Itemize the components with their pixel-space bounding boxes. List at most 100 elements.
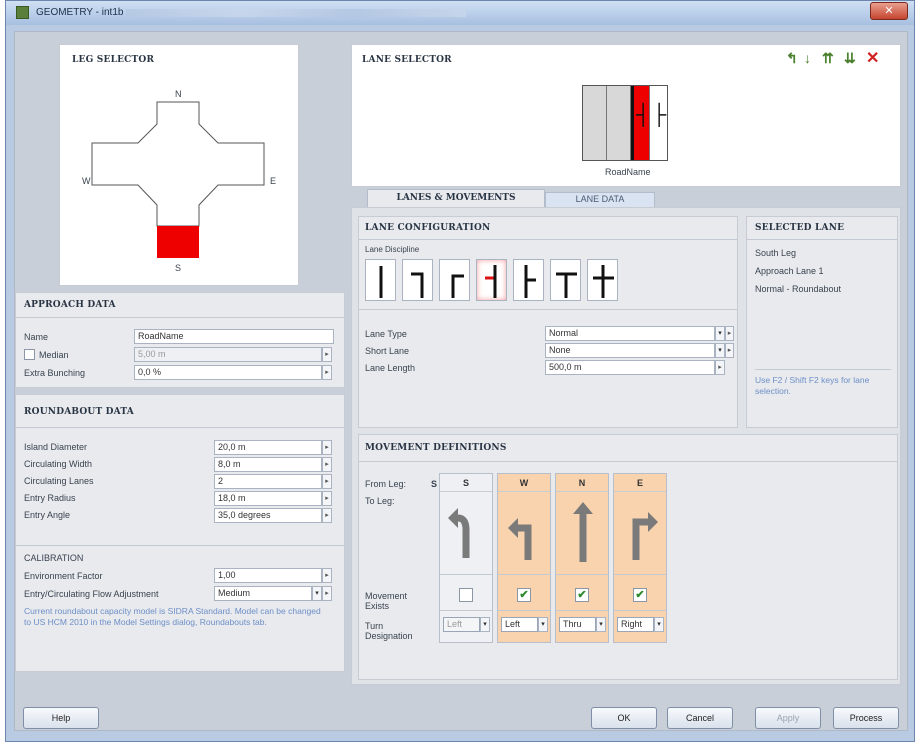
movement-leg-header: N [556,474,608,492]
ok-button[interactable]: OK [591,707,657,729]
lane-median[interactable] [583,86,607,160]
lane-tools: ↰ ↓ ⇈ ⇊ ✕ [786,47,902,71]
selected-lane-type: Normal - Roundabout [755,284,842,294]
discipline-left-icon[interactable] [439,259,470,301]
add-lane-left-icon[interactable]: ↰ [786,50,798,67]
add-lanes-up-icon[interactable]: ⇈ [822,50,834,67]
leg-label-n: N [175,89,182,99]
selected-lane-panel: SELECTED LANE South Leg Approach Lane 1 … [746,216,898,428]
roundabout-row-spinner[interactable]: ▸ [322,457,332,472]
movement-leg-header: W [498,474,550,492]
selected-lane-1[interactable]: ┤ [631,86,650,160]
leg-label-w: W [82,176,91,186]
lane-length-spinner[interactable]: ▸ [715,360,725,375]
turn-designation-select[interactable]: Left [443,617,480,632]
discipline-right-icon[interactable] [402,259,433,301]
roundabout-row-label: Entry Radius [24,493,76,503]
lane-type-dropdown[interactable]: ▾ [715,326,725,341]
name-input[interactable]: RoadName [134,329,334,344]
roundabout-row-input[interactable]: 20,0 m [214,440,322,455]
leg-label-s: S [175,263,182,273]
discipline-thru-icon[interactable] [365,259,396,301]
flow-adjustment-spinner[interactable]: ▸ [322,586,332,601]
close-button[interactable]: ✕ [870,2,908,20]
roundabout-row-input[interactable]: 18,0 m [214,491,322,506]
lane-type-spinner[interactable]: ▸ [725,326,734,341]
environment-factor-input[interactable]: 1,00 [214,568,322,583]
roundabout-row-label: Entry Angle [24,510,71,520]
from-leg-label: From Leg: [365,479,407,489]
movement-exists-label: Movement Exists [365,591,408,611]
turn-designation-select[interactable]: Left [501,617,538,632]
movement-exists-checkbox[interactable]: ✔ [633,588,647,602]
lane-2[interactable]: ├ [649,86,667,160]
short-lane-select[interactable]: None [545,343,715,358]
discipline-thru-left-icon[interactable] [513,259,544,301]
tab-lanes-movements[interactable]: LANES & MOVEMENTS [367,189,545,207]
calibration-title: CALIBRATION [24,553,84,563]
movement-leg-header: E [614,474,666,492]
leg-south[interactable] [157,226,199,258]
extra-bunching-input[interactable]: 0,0 % [134,365,322,380]
movement-column-s: S Left ▾ [439,473,493,643]
turn-designation-select[interactable]: Thru [559,617,596,632]
cancel-button[interactable]: Cancel [667,707,733,729]
discipline-all-icon[interactable] [587,259,618,301]
roundabout-row-input[interactable]: 2 [214,474,322,489]
lane-median-2[interactable] [607,86,631,160]
movement-exists-checkbox[interactable] [459,588,473,602]
environment-factor-spinner[interactable]: ▸ [322,568,332,583]
turn-designation-dropdown[interactable]: ▾ [538,617,548,632]
lane-length-input[interactable]: 500,0 m [545,360,715,375]
roundabout-row-spinner[interactable]: ▸ [322,440,332,455]
approach-data-title: APPROACH DATA [24,300,116,310]
lane-configuration-title: LANE CONFIGURATION [365,223,491,233]
median-checkbox[interactable] [24,349,35,360]
add-lane-right-icon[interactable]: ↓ [804,50,811,66]
lane-length-label: Lane Length [365,363,416,373]
process-button[interactable]: Process [833,707,899,729]
lane-selector-panel: LANE SELECTOR ↰ ↓ ⇈ ⇊ ✕ ┤ ├ RoadName [351,44,901,187]
short-lane-dropdown[interactable]: ▾ [715,343,725,358]
lane-type-select[interactable]: Normal [545,326,715,341]
roundabout-row-input[interactable]: 8,0 m [214,457,322,472]
discipline-thru-right-icon[interactable] [476,259,507,301]
apply-button[interactable]: Apply [755,707,821,729]
delete-lane-icon[interactable]: ✕ [866,48,879,68]
roundabout-row-label: Island Diameter [24,442,88,452]
dialog-client: LEG SELECTOR N S E W APPROACH DATA Name … [14,31,908,731]
flow-adjustment-dropdown[interactable]: ▾ [312,586,322,601]
roundabout-row-spinner[interactable]: ▸ [322,474,332,489]
movement-definitions-panel: MOVEMENT DEFINITIONS From Leg: S To Leg:… [358,434,898,680]
movement-arrow-icon [504,498,546,570]
median-spinner[interactable]: ▸ [322,347,332,362]
movement-leg-header: S [440,474,492,492]
flow-adjustment-select[interactable]: Medium [214,586,312,601]
leg-selector-panel: LEG SELECTOR N S E W [59,44,299,286]
tab-lane-data[interactable]: LANE DATA [545,192,655,207]
movement-column-e: E ✔ Right ▾ [613,473,667,643]
roundabout-row-spinner[interactable]: ▸ [322,491,332,506]
help-button[interactable]: Help [23,707,99,729]
short-lane-label: Short Lane [365,346,410,356]
model-note: Current roundabout capacity model is SID… [24,606,321,627]
turn-designation-select[interactable]: Right [617,617,654,632]
turn-designation-dropdown[interactable]: ▾ [596,617,606,632]
movement-exists-checkbox[interactable]: ✔ [517,588,531,602]
extra-bunching-spinner[interactable]: ▸ [322,365,332,380]
roundabout-row-input[interactable]: 35,0 degrees [214,508,322,523]
roundabout-data-panel: ROUNDABOUT DATA Island Diameter 20,0 m ▸ Ci… [15,394,345,672]
add-lanes-down-icon[interactable]: ⇊ [844,50,856,67]
turn-designation-dropdown[interactable]: ▾ [654,617,664,632]
selected-lane-title: SELECTED LANE [755,223,845,233]
lane-discipline-label: Lane Discipline [365,245,420,254]
movement-arrow-icon [446,498,488,570]
movement-column-w: W ✔ Left ▾ [497,473,551,643]
roundabout-row-spinner[interactable]: ▸ [322,508,332,523]
turn-designation-label: Turn Designation [365,621,413,641]
discipline-left-right-icon[interactable] [550,259,581,301]
median-input[interactable]: 5,00 m [134,347,322,362]
movement-exists-checkbox[interactable]: ✔ [575,588,589,602]
turn-designation-dropdown[interactable]: ▾ [480,617,490,632]
short-lane-spinner[interactable]: ▸ [725,343,734,358]
